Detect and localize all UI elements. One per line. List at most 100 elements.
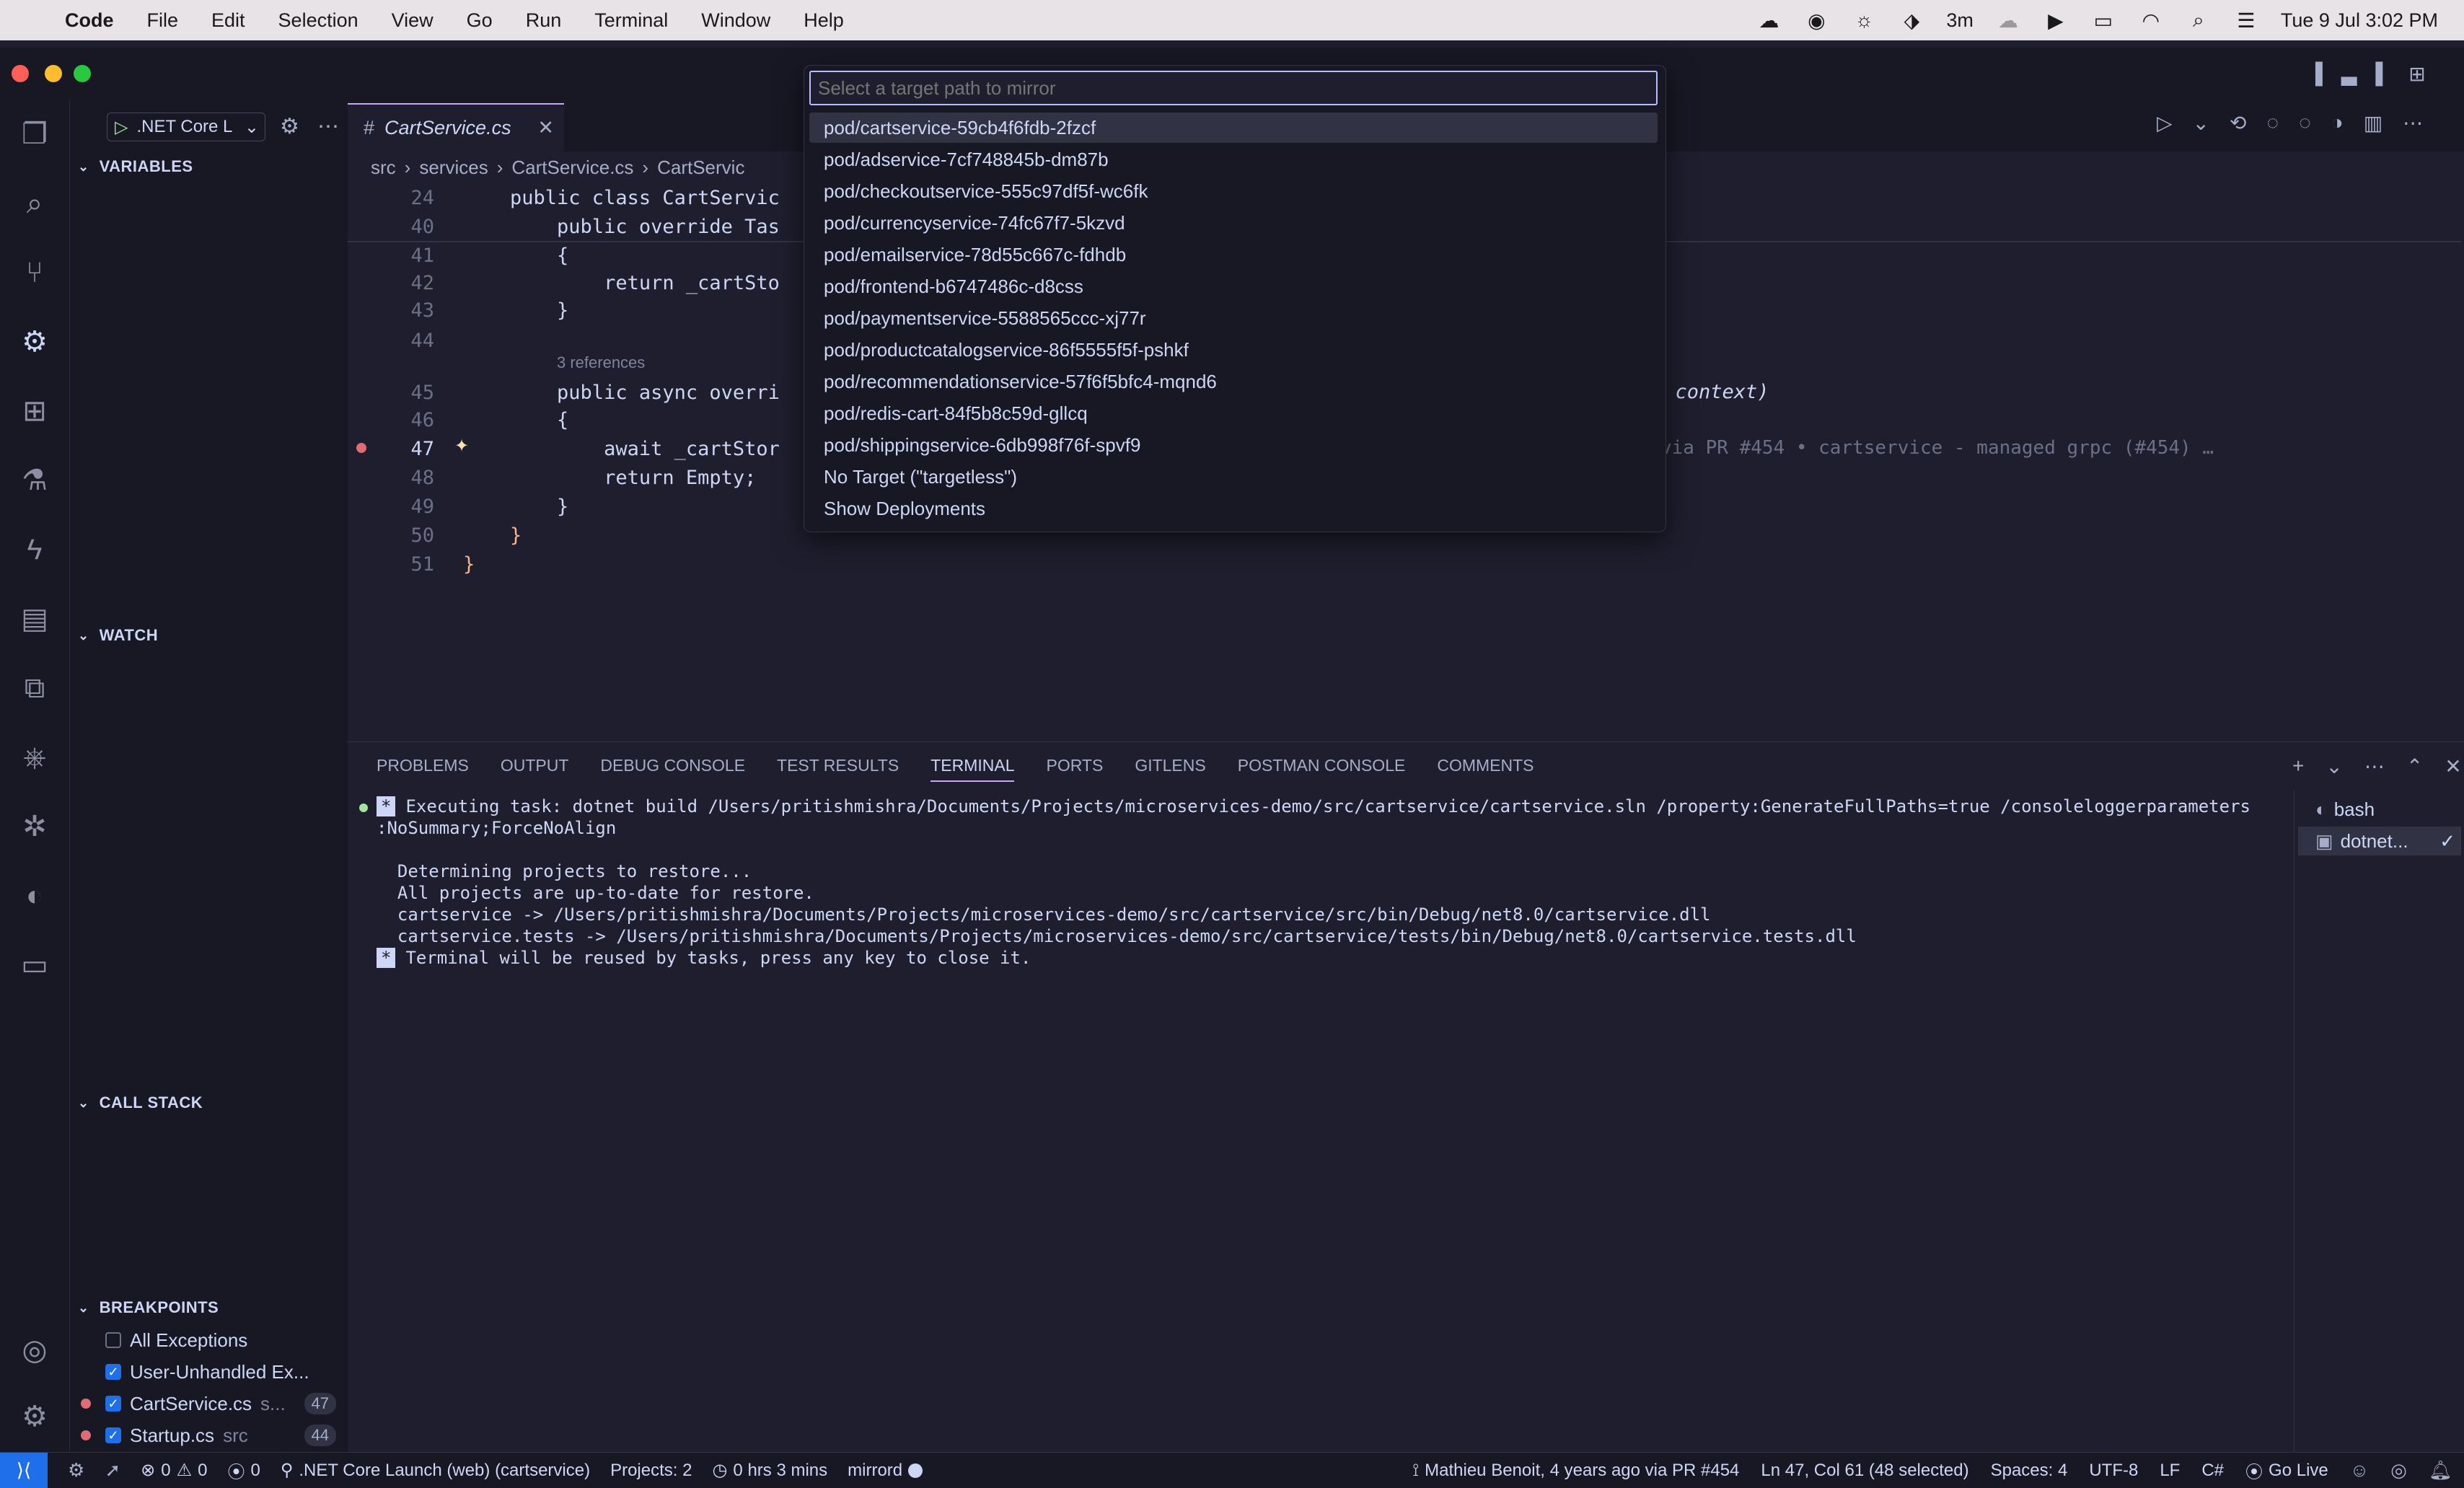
new-terminal-icon[interactable]: +	[2292, 754, 2304, 778]
tab-output[interactable]: OUTPUT	[501, 756, 569, 782]
run-icon[interactable]: ▷	[2157, 111, 2173, 135]
source-control-icon[interactable]: ⑂	[16, 254, 53, 291]
close-window-button[interactable]	[12, 65, 29, 82]
gitlens-icon[interactable]: ◐	[16, 877, 53, 915]
palette-item[interactable]: pod/adservice-7cf748845b-dm87b	[809, 144, 1658, 175]
ports-status[interactable]: ⦿ 0	[227, 1458, 260, 1483]
more-actions-icon[interactable]: ⋯	[317, 114, 339, 139]
grammarly-icon[interactable]: ◉	[1803, 9, 1829, 32]
tab-gitlens[interactable]: GITLENS	[1135, 756, 1205, 782]
debug-config-select[interactable]: ▷ .NET Core L ⌄	[107, 113, 265, 141]
gitlens-inspect-icon[interactable]: ◑	[2331, 111, 2344, 135]
palette-item[interactable]: pod/frontend-b6747486c-d8css	[809, 271, 1658, 301]
battery-icon[interactable]: ▭	[2090, 9, 2116, 32]
chevron-down-icon[interactable]: ⌄	[2326, 754, 2342, 778]
end-of-line[interactable]: LF	[2160, 1461, 2180, 1481]
minimize-window-button[interactable]	[45, 65, 62, 82]
kubernetes-icon[interactable]: ⎈	[16, 739, 53, 776]
more-actions-icon[interactable]: ⋯	[2364, 754, 2385, 778]
explorer-icon[interactable]: ❐	[16, 115, 53, 153]
encoding[interactable]: UTF-8	[2089, 1461, 2138, 1481]
breakpoints-section-header[interactable]: ⌄ BREAKPOINTS	[78, 1298, 219, 1317]
docker-icon[interactable]: ▤	[16, 600, 53, 638]
search-icon[interactable]: ⌕	[16, 185, 53, 222]
menu-help[interactable]: Help	[804, 9, 844, 32]
breadcrumb-class[interactable]: CartServic	[657, 157, 744, 179]
code-line-51[interactable]: 51 }	[348, 550, 2461, 578]
tab-terminal[interactable]: TERMINAL	[930, 756, 1015, 782]
palette-item[interactable]: pod/recommendationservice-57f6f5bfc4-mqn…	[809, 366, 1658, 397]
manage-gear-icon[interactable]: ⚙	[16, 1398, 53, 1435]
palette-item-show-deployments[interactable]: Show Deployments	[809, 493, 1658, 524]
menu-edit[interactable]: Edit	[211, 9, 245, 32]
brightness-icon[interactable]: ☼	[1851, 9, 1877, 31]
breadcrumb-services[interactable]: services	[419, 157, 488, 179]
debug-icon[interactable]: ⚙	[68, 1459, 84, 1482]
open-launch-json-icon[interactable]: ⚙	[280, 114, 299, 139]
copilot-icon[interactable]: ☺	[2350, 1459, 2370, 1482]
accounts-icon[interactable]: ◎	[16, 1331, 53, 1369]
close-icon[interactable]: ✕	[2445, 754, 2461, 778]
menubar-clock[interactable]: Tue 9 Jul 3:02 PM	[2281, 9, 2438, 32]
launch-config-status[interactable]: ⚲ .NET Core Launch (web) (cartservice)	[281, 1460, 590, 1481]
timer-label[interactable]: 3m	[1946, 9, 1974, 32]
palette-item[interactable]: pod/emailservice-78d55c667c-fdhdb	[809, 239, 1658, 270]
rocket-icon[interactable]: ➚	[105, 1459, 120, 1482]
tab-comments[interactable]: COMMENTS	[1437, 756, 1534, 782]
notifications-bell-icon[interactable]: 🔔︎	[2429, 1459, 2452, 1482]
go-live-button[interactable]: ⦿ Go Live	[2245, 1458, 2328, 1483]
spotlight-search-icon[interactable]: ⌕	[2186, 9, 2212, 31]
breadcrumb-src[interactable]: src	[371, 157, 396, 179]
tab-problems[interactable]: PROBLEMS	[377, 756, 469, 782]
menu-run[interactable]: Run	[526, 9, 562, 32]
terminal-bash[interactable]: ◐ bash	[2298, 795, 2461, 824]
start-debugging-icon[interactable]: ▷	[115, 117, 128, 138]
toggle-panel-icon[interactable]: ▃	[2341, 62, 2357, 86]
run-and-debug-icon[interactable]: ⚙	[16, 323, 53, 361]
weather-icon[interactable]: ☁	[1756, 9, 1782, 32]
tab-cartservice[interactable]: # CartService.cs ✕	[348, 103, 564, 151]
menu-terminal[interactable]: Terminal	[594, 9, 668, 32]
tab-postman-console[interactable]: POSTMAN CONSOLE	[1238, 756, 1406, 782]
menu-go[interactable]: Go	[467, 9, 493, 32]
chevron-down-icon[interactable]: ⌄	[2193, 111, 2209, 135]
comments-icon[interactable]: ▭	[16, 946, 53, 984]
zoom-window-button[interactable]	[74, 65, 91, 82]
play-icon[interactable]: ▶	[2043, 9, 2069, 32]
projects-status[interactable]: Projects: 2	[610, 1461, 692, 1481]
menu-window[interactable]: Window	[701, 9, 770, 32]
terminal-dotnet[interactable]: ▣ dotnet... ✓	[2298, 827, 2461, 855]
call-stack-section-header[interactable]: ⌄ CALL STACK	[78, 1093, 203, 1112]
feedback-icon[interactable]: ◎	[2390, 1459, 2407, 1482]
target-path-input[interactable]	[809, 71, 1658, 105]
remote-explorer-icon[interactable]: ⧉	[16, 669, 53, 707]
vpn-icon[interactable]: ⬗	[1898, 9, 1924, 32]
tab-debug-console[interactable]: DEBUG CONSOLE	[600, 756, 745, 782]
code-lens-references[interactable]: 3 references	[557, 353, 645, 372]
palette-item[interactable]: pod/productcatalogservice-86f5555f5f-psh…	[809, 335, 1658, 365]
indentation[interactable]: Spaces: 4	[1991, 1461, 2068, 1481]
breakpoint-checkbox[interactable]: ✓	[105, 1364, 121, 1380]
problems-status[interactable]: ⊗ 0 ⚠ 0	[141, 1460, 207, 1481]
menu-code[interactable]: Code	[65, 9, 114, 32]
remote-indicator-icon[interactable]: ⟩⟨	[0, 1453, 48, 1488]
more-actions-icon[interactable]: ⋯	[2403, 111, 2423, 135]
close-icon[interactable]: ✕	[537, 117, 554, 139]
breakpoint-user-unhandled[interactable]: ✓ User-Unhandled Ex...	[78, 1357, 345, 1386]
previous-change-icon[interactable]: ◌	[2266, 111, 2279, 135]
language-mode[interactable]: C#	[2201, 1461, 2224, 1481]
helm-icon[interactable]: ✲	[16, 808, 53, 845]
breakpoint-checkbox[interactable]: ✓	[105, 1427, 121, 1443]
time-tracker-status[interactable]: ◷ 0 hrs 3 mins	[712, 1460, 827, 1481]
wifi-icon[interactable]: ◠	[2138, 9, 2164, 32]
palette-item[interactable]: pod/shippingservice-6db998f76f-spvf9	[809, 430, 1658, 460]
customize-layout-icon[interactable]: ⊞	[2408, 62, 2425, 86]
breakpoint-all-exceptions[interactable]: All Exceptions	[78, 1326, 345, 1355]
palette-item[interactable]: pod/redis-cart-84f5b8c59d-gllcq	[809, 398, 1658, 428]
split-editor-icon[interactable]: ▥	[2364, 111, 2382, 135]
control-center-icon[interactable]: ☰	[2233, 9, 2259, 32]
tab-ports[interactable]: PORTS	[1046, 756, 1103, 782]
inline-blame-annotation[interactable]: via PR #454 • cartservice - managed grpc…	[1660, 437, 2214, 459]
cursor-position[interactable]: Ln 47, Col 61 (48 selected)	[1761, 1461, 1968, 1481]
palette-item-targetless[interactable]: No Target ("targetless")	[809, 462, 1658, 492]
